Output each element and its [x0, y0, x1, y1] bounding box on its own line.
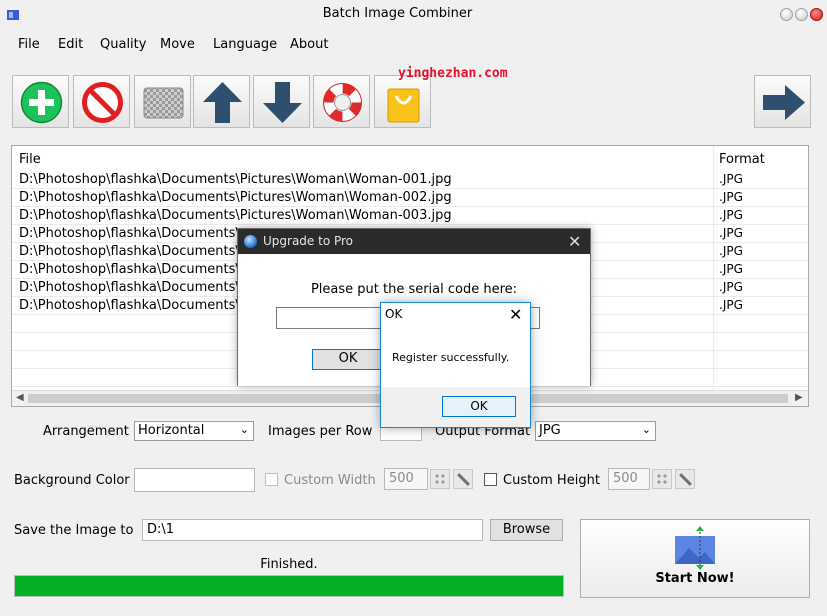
title-bar: Batch Image Combiner [0, 0, 827, 30]
shop-bag-icon [387, 88, 420, 123]
height-lock-icon[interactable] [675, 469, 695, 489]
menu-about[interactable]: About [290, 37, 328, 52]
height-spinner-icon[interactable] [652, 469, 672, 489]
move-down-icon [263, 82, 302, 123]
menu-bar: File Edit Quality Move Language About [0, 33, 827, 57]
save-to-label: Save the Image to [14, 523, 134, 538]
next-arrow-icon [763, 85, 805, 120]
table-row[interactable]: D:\Photoshop\flashka\Documents\Pictures\… [12, 189, 808, 207]
background-color-label: Background Color [14, 473, 130, 488]
upgrade-dialog-titlebar: Upgrade to Pro ✕ [238, 229, 590, 254]
file-path: D:\Photoshop\flashka\Documents\Pictures\… [19, 190, 452, 205]
file-path: D:\Photoshop\flashka\Documents\ [19, 262, 240, 277]
file-path: D:\Photoshop\flashka\Documents\ [19, 298, 240, 313]
file-path: D:\Photoshop\flashka\Documents\Pictures\… [19, 208, 452, 223]
background-color-picker[interactable] [134, 468, 255, 492]
save-path-input[interactable]: D:\1 [142, 519, 483, 541]
width-lock-icon[interactable] [453, 469, 473, 489]
progress-fill [15, 576, 563, 596]
menu-quality[interactable]: Quality [100, 37, 146, 52]
serial-prompt: Please put the serial code here: [310, 282, 518, 297]
message-dialog-title: OK [385, 307, 403, 321]
window-title: Batch Image Combiner [322, 6, 473, 21]
custom-width-input[interactable]: 500 [384, 468, 428, 490]
upgrade-dialog-title: Upgrade to Pro [263, 234, 354, 248]
chevron-down-icon: ⌄ [239, 423, 249, 436]
menu-move[interactable]: Move [160, 37, 195, 52]
scroll-right-icon[interactable]: ▶ [795, 392, 803, 403]
help-lifebuoy-icon [323, 83, 362, 122]
close-icon[interactable]: ✕ [568, 232, 581, 251]
table-row[interactable]: D:\Photoshop\flashka\Documents\Pictures\… [12, 171, 808, 189]
close-button[interactable] [810, 8, 823, 21]
message-ok-button[interactable]: OK [442, 396, 516, 417]
message-dialog-body: Register successfully. [381, 327, 530, 387]
help-button[interactable] [313, 75, 370, 128]
add-button[interactable] [12, 75, 69, 128]
add-icon [20, 81, 63, 124]
file-format: .JPG [719, 190, 743, 204]
file-path: D:\Photoshop\flashka\Documents\Pictures\… [19, 172, 452, 187]
message-dialog-titlebar: OK ✕ [381, 303, 530, 327]
remove-button[interactable] [73, 75, 130, 128]
menu-edit[interactable]: Edit [58, 37, 83, 52]
maximize-button[interactable] [795, 8, 808, 21]
file-format: .JPG [719, 172, 743, 186]
menu-file[interactable]: File [18, 37, 40, 52]
arrangement-value: Horizontal [138, 423, 205, 438]
globe-icon [244, 235, 257, 248]
progress-bar [14, 575, 564, 597]
shop-button[interactable] [374, 75, 431, 128]
start-now-label: Start Now! [655, 571, 735, 586]
file-path: D:\Photoshop\flashka\Documents\ [19, 244, 240, 259]
scroll-left-icon[interactable]: ◀ [16, 392, 24, 403]
file-path: D:\Photoshop\flashka\Documents\ [19, 280, 240, 295]
menu-language[interactable]: Language [213, 37, 277, 52]
watermark: yinghezhan.com [398, 66, 508, 81]
custom-height-checkbox[interactable] [484, 473, 497, 486]
output-format-select[interactable]: JPG ⌄ [535, 421, 656, 441]
browse-button[interactable]: Browse [490, 519, 563, 541]
file-format: .JPG [719, 262, 743, 276]
remove-icon [82, 82, 123, 123]
file-path: D:\Photoshop\flashka\Documents\ [19, 226, 240, 241]
output-format-value: JPG [539, 423, 561, 438]
file-format: .JPG [719, 244, 743, 258]
minimize-button[interactable] [780, 8, 793, 21]
message-dialog: OK ✕ Register successfully. OK [380, 302, 531, 428]
width-spinner-icon[interactable] [430, 469, 450, 489]
custom-height-label: Custom Height [503, 473, 600, 488]
chevron-down-icon: ⌄ [641, 423, 651, 436]
custom-width-label: Custom Width [284, 473, 376, 488]
next-button[interactable] [754, 75, 811, 128]
table-row[interactable]: D:\Photoshop\flashka\Documents\Pictures\… [12, 207, 808, 225]
arrangement-label: Arrangement [43, 424, 129, 439]
custom-width-checkbox[interactable] [265, 473, 278, 486]
move-down-button[interactable] [253, 75, 310, 128]
close-icon[interactable]: ✕ [509, 305, 522, 324]
upgrade-ok-button[interactable]: OK [312, 349, 384, 370]
status-text: Finished. [260, 557, 318, 572]
message-text: Register successfully. [392, 351, 510, 364]
file-format: .JPG [719, 208, 743, 222]
clear-button[interactable] [134, 75, 191, 128]
arrangement-select[interactable]: Horizontal ⌄ [134, 421, 254, 441]
custom-height-input[interactable]: 500 [608, 468, 650, 490]
move-up-icon [203, 82, 242, 123]
file-format: .JPG [719, 298, 743, 312]
start-now-button[interactable]: Start Now! [580, 519, 810, 598]
images-per-row-label: Images per Row [268, 424, 373, 439]
combine-images-icon [675, 526, 715, 570]
file-format: .JPG [719, 226, 743, 240]
clear-icon [143, 87, 184, 119]
file-format: .JPG [719, 280, 743, 294]
format-column-header[interactable]: Format [719, 152, 765, 167]
move-up-button[interactable] [193, 75, 250, 128]
file-column-header[interactable]: File [19, 152, 41, 167]
